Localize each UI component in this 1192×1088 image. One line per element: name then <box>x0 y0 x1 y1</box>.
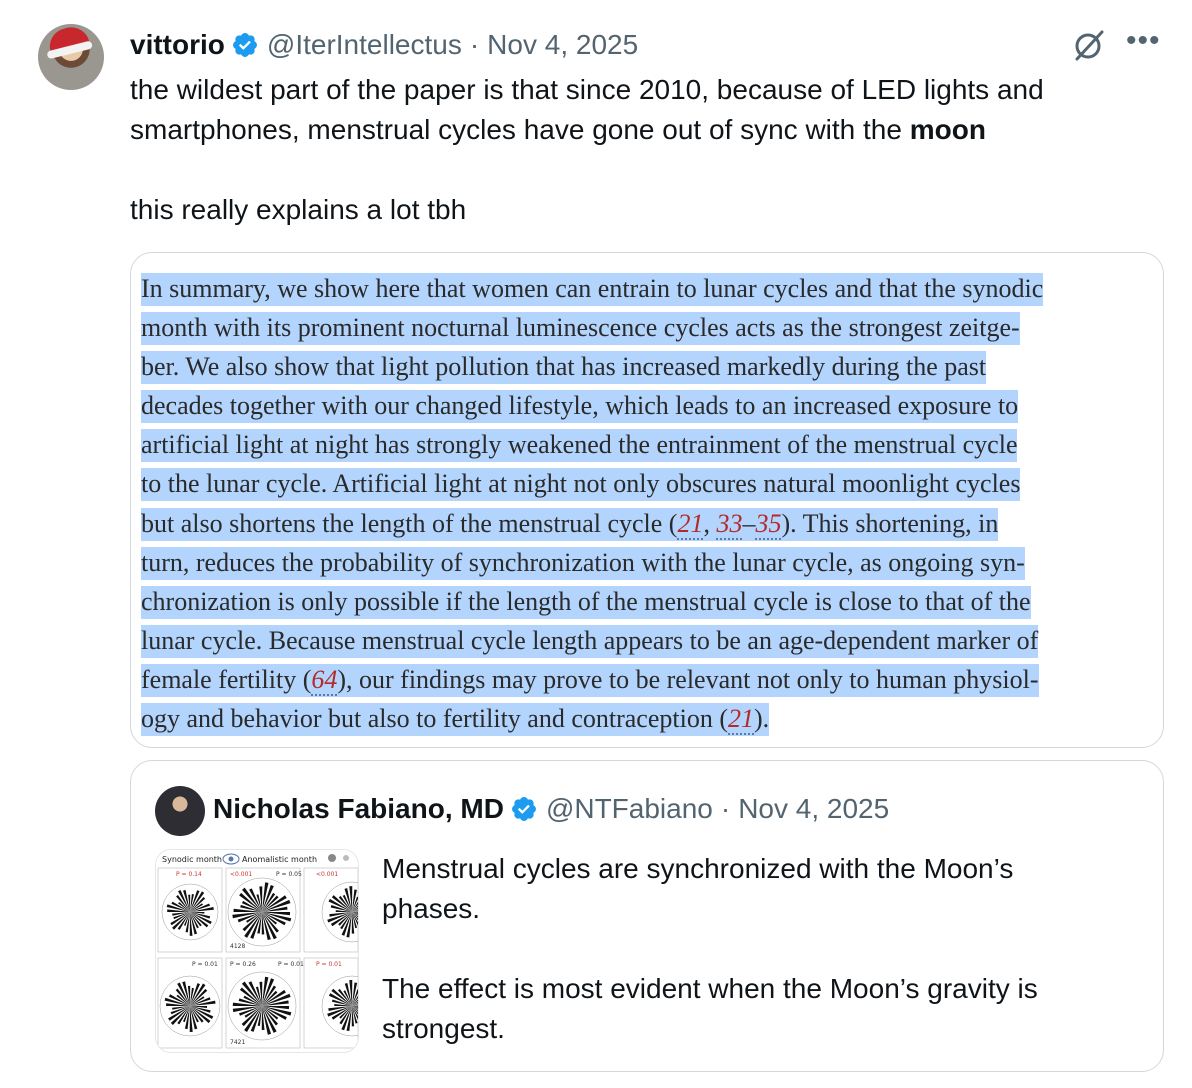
citation-ref: 33 <box>716 508 743 540</box>
paper-fragment: ). <box>754 704 770 734</box>
author-handle[interactable]: @IterIntellectus <box>267 29 462 61</box>
grok-icon[interactable] <box>1071 27 1107 63</box>
citation-ref: 21 <box>728 704 754 736</box>
paper-line: ber. We also show that light pollution t… <box>141 351 987 385</box>
tweet-text-line: this really explains a lot tbh <box>130 194 467 225</box>
paper-line: turn, reduces the probability of synchro… <box>141 546 1025 580</box>
thumb-pvalue: <0.001 <box>316 871 338 878</box>
thumb-count: 4128 <box>230 943 245 950</box>
meta-separator: · <box>469 29 480 60</box>
author-avatar[interactable] <box>38 24 104 90</box>
thumb-pvalue: P = 0.01 <box>278 961 304 968</box>
thumb-pvalue: P = 0.05 <box>276 871 302 878</box>
paper-line: to the lunar cycle. Artificial light at … <box>141 468 1021 502</box>
verified-badge-icon[interactable] <box>231 31 259 59</box>
thumb-pvalue: <0.001 <box>230 871 252 878</box>
quote-author-name[interactable]: Nicholas Fabiano, MD <box>213 793 504 825</box>
quote-text-line: strongest. <box>382 1013 505 1044</box>
paper-line: artificial light at night has strongly w… <box>141 429 1018 463</box>
paper-line: female fertility (64), our findings may … <box>141 663 1039 697</box>
paper-line: In summary, we show here that women can … <box>141 273 1044 306</box>
quote-text-line: The effect is most evident when the Moon… <box>382 973 1038 1004</box>
tweet-header: vittorio @IterIntellectus · Nov 4, 2025 <box>130 27 638 63</box>
paper-line: chronization is only possible if the len… <box>141 585 1031 619</box>
tweet-text-line: the wildest part of the paper is that si… <box>130 74 1044 105</box>
quote-text-line: phases. <box>382 893 481 924</box>
paper-excerpt: In summary, we show here that women can … <box>141 269 1159 738</box>
thumb-pvalue: P = 0.01 <box>192 961 218 968</box>
quote-thumbnail-image[interactable]: Synodic month Anomalistic month P = 0.14… <box>155 849 359 1053</box>
quote-text: Menstrual cycles are synchronized with t… <box>382 849 1122 1049</box>
citation-ref: 35 <box>755 508 782 540</box>
paper-line: lunar cycle. Because menstrual cycle len… <box>141 624 1039 658</box>
paper-fragment: ), our findings may prove to be relevant… <box>337 664 1039 694</box>
quoted-tweet[interactable]: Nicholas Fabiano, MD @NTFabiano · Nov 4,… <box>130 760 1164 1072</box>
thumb-pvalue: P = 0.01 <box>316 961 342 968</box>
quote-author-handle[interactable]: @NTFabiano <box>546 793 713 825</box>
paper-fragment: female fertility ( <box>141 664 312 694</box>
attached-image[interactable]: In summary, we show here that women can … <box>130 252 1164 748</box>
tweet-text-fragment: smartphones, menstrual cycles have gone … <box>130 114 910 145</box>
meta-separator: · <box>720 793 731 824</box>
thumb-label: Synodic month <box>162 855 222 864</box>
paper-line: ogy and behavior but also to fertility a… <box>141 703 770 737</box>
paper-fragment: ). This shortening, in <box>781 508 999 538</box>
quote-author-avatar[interactable] <box>155 786 205 836</box>
more-icon[interactable]: ••• <box>1126 26 1164 60</box>
thumb-label: Anomalistic month <box>242 855 317 864</box>
paper-fragment: ogy and behavior but also to fertility a… <box>141 704 728 734</box>
quote-header: Nicholas Fabiano, MD @NTFabiano · Nov 4,… <box>213 789 889 829</box>
quote-date[interactable]: Nov 4, 2025 <box>738 793 889 825</box>
tweet-text-line: smartphones, menstrual cycles have gone … <box>130 110 1170 150</box>
paper-line: but also shortens the length of the mens… <box>141 507 999 541</box>
tweet-text-bold: moon <box>909 114 986 145</box>
tweet-date[interactable]: Nov 4, 2025 <box>487 29 638 61</box>
citation-ref: 21 <box>677 508 704 540</box>
tweet-text: the wildest part of the paper is that si… <box>130 70 1170 230</box>
citation-ref: 64 <box>311 664 338 696</box>
paper-line: decades together with our changed lifest… <box>141 390 1019 424</box>
paper-fragment: , <box>703 508 717 538</box>
thumb-pvalue: P = 0.14 <box>176 871 202 878</box>
paper-fragment: – <box>742 508 756 538</box>
paper-fragment: but also shortens the length of the mens… <box>141 508 678 538</box>
quote-text-line: Menstrual cycles are synchronized with t… <box>382 853 1014 884</box>
thumb-count: 7421 <box>230 1039 245 1046</box>
author-name[interactable]: vittorio <box>130 29 225 61</box>
verified-badge-icon[interactable] <box>510 795 538 823</box>
paper-line: month with its prominent nocturnal lumin… <box>141 312 1020 346</box>
thumb-pvalue: P = 0.26 <box>230 961 256 968</box>
